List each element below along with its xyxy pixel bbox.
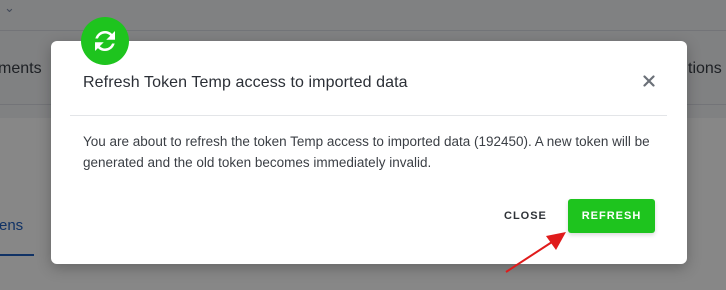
refresh-token-dialog: Refresh Token Temp access to imported da… [51,17,687,264]
page: ⌄ ments tions ens Refresh Token Temp acc… [0,0,726,290]
close-icon[interactable] [639,71,659,91]
refresh-icon [81,17,129,65]
refresh-button[interactable]: REFRESH [568,199,655,233]
dialog-title: Refresh Token Temp access to imported da… [83,74,408,91]
annotation-arrow-icon [505,232,566,273]
close-button[interactable]: CLOSE [496,207,555,225]
dialog-message: You are about to refresh the token Temp … [83,134,650,170]
dialog-divider [70,115,667,116]
